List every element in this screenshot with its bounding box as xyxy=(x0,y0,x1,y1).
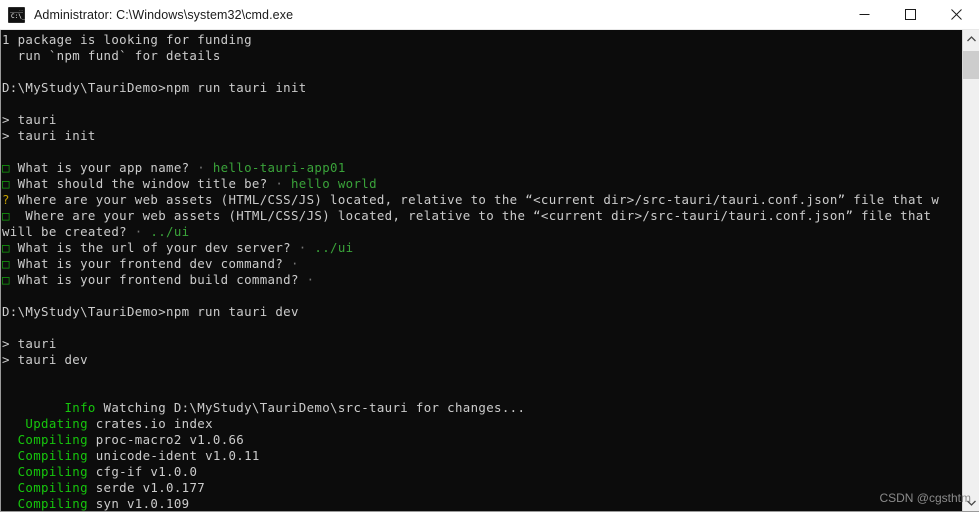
console-text: · xyxy=(298,240,307,255)
console-line: Compiling syn v1.0.109 xyxy=(1,496,962,511)
console-output[interactable]: 1 package is looking for funding run `np… xyxy=(1,30,962,511)
console-line: Compiling unicode-ident v1.0.11 xyxy=(1,448,962,464)
console-text: > tauri init xyxy=(2,128,96,143)
console-text: crates.io index xyxy=(87,416,213,431)
cmd-window: ··· C:\_ Administrator: C:\Windows\syste… xyxy=(0,0,979,512)
console-line: run `npm fund` for details xyxy=(1,48,962,64)
console-line: 1 package is looking for funding xyxy=(1,32,962,48)
console-text: D:\MyStudy\TauriDemo>npm run tauri init xyxy=(2,80,307,95)
console-text: · xyxy=(197,160,206,175)
title-bar[interactable]: ··· C:\_ Administrator: C:\Windows\syste… xyxy=(0,0,979,30)
console-text: run `npm fund` for details xyxy=(2,48,221,63)
console-line: □ What is your app name? · hello-tauri-a… xyxy=(1,160,962,176)
console-text: · xyxy=(290,256,299,271)
minimize-button[interactable] xyxy=(841,0,887,29)
console-text: > tauri xyxy=(2,336,57,351)
console-text: □ xyxy=(2,160,10,175)
console-text: > tauri xyxy=(2,112,57,127)
console-text: What is your frontend build command? xyxy=(9,272,307,287)
close-button[interactable] xyxy=(933,0,979,29)
console-text: What is the url of your dev server? xyxy=(9,240,299,255)
console-line: Info Watching D:\MyStudy\TauriDemo\src-t… xyxy=(1,400,962,416)
console-line: □ What is your frontend build command? · xyxy=(1,272,962,288)
console-text: □ xyxy=(2,208,10,223)
console-text: Compiling xyxy=(2,464,88,479)
console-text: proc-macro2 v1.0.66 xyxy=(87,432,245,447)
console-line: □ What should the window title be? · hel… xyxy=(1,176,962,192)
console-text: > tauri dev xyxy=(2,352,88,367)
console-line: D:\MyStudy\TauriDemo>npm run tauri init xyxy=(1,80,962,96)
scroll-down-button[interactable] xyxy=(963,494,979,511)
console-text: Compiling xyxy=(2,448,88,463)
console-area: 1 package is looking for funding run `np… xyxy=(0,30,979,512)
console-text: Info xyxy=(2,400,96,415)
console-text: ../ui xyxy=(142,224,190,239)
console-text: □ xyxy=(2,240,10,255)
console-text: Compiling xyxy=(2,432,88,447)
console-text: Where are your web assets (HTML/CSS/JS) … xyxy=(9,192,940,207)
console-line: □ Where are your web assets (HTML/CSS/JS… xyxy=(1,208,962,224)
console-line: □ What is your frontend dev command? · xyxy=(1,256,962,272)
console-line: D:\MyStudy\TauriDemo>npm run tauri dev xyxy=(1,304,962,320)
console-text: hello world xyxy=(283,176,377,191)
console-text: unicode-ident v1.0.11 xyxy=(87,448,260,463)
console-text: Compiling xyxy=(2,496,88,511)
scroll-up-button[interactable] xyxy=(963,30,979,47)
console-text: Watching D:\MyStudy\TauriDemo\src-tauri … xyxy=(95,400,526,415)
console-text: ? xyxy=(2,192,10,207)
console-text: 1 package is looking for funding xyxy=(2,32,252,47)
console-line: Compiling proc-macro2 v1.0.66 xyxy=(1,432,962,448)
console-text: What should the window title be? xyxy=(9,176,276,191)
console-text: · xyxy=(306,272,315,287)
console-line: > tauri xyxy=(1,336,962,352)
console-text: □ xyxy=(2,256,10,271)
console-line: ? Where are your web assets (HTML/CSS/JS… xyxy=(1,192,962,208)
console-text: cfg-if v1.0.0 xyxy=(87,464,198,479)
console-text: □ xyxy=(2,272,10,287)
console-text: Compiling xyxy=(2,480,88,495)
maximize-button[interactable] xyxy=(887,0,933,29)
scrollbar-track[interactable] xyxy=(963,47,979,494)
console-text: What is your app name? xyxy=(9,160,198,175)
console-line: □ What is the url of your dev server? · … xyxy=(1,240,962,256)
console-text: hello-tauri-app01 xyxy=(205,160,346,175)
cmd-icon-prompt: C:\_ xyxy=(11,12,26,20)
scrollbar-thumb[interactable] xyxy=(963,51,979,79)
console-text: will be created? xyxy=(2,224,135,239)
console-text: · xyxy=(275,176,284,191)
console-text: serde v1.0.177 xyxy=(87,480,206,495)
console-text: □ xyxy=(2,176,10,191)
console-line: will be created? · ../ui xyxy=(1,224,962,240)
console-text: · xyxy=(134,224,143,239)
console-line: > tauri dev xyxy=(1,352,962,368)
console-text: What is your frontend dev command? xyxy=(9,256,291,271)
console-text: ../ui xyxy=(306,240,354,255)
console-text: D:\MyStudy\TauriDemo>npm run tauri dev xyxy=(2,304,299,319)
console-text: Updating xyxy=(2,416,88,431)
console-line: > tauri xyxy=(1,112,962,128)
console-text: syn v1.0.109 xyxy=(87,496,190,511)
console-text: Where are your web assets (HTML/CSS/JS) … xyxy=(9,208,932,223)
cmd-icon: ··· C:\_ xyxy=(8,6,26,23)
console-line: Updating crates.io index xyxy=(1,416,962,432)
console-line: Compiling serde v1.0.177 xyxy=(1,480,962,496)
console-line: Compiling cfg-if v1.0.0 xyxy=(1,464,962,480)
vertical-scrollbar[interactable] xyxy=(962,30,979,511)
window-title: Administrator: C:\Windows\system32\cmd.e… xyxy=(34,7,294,22)
window-controls xyxy=(841,0,979,29)
console-line: > tauri init xyxy=(1,128,962,144)
